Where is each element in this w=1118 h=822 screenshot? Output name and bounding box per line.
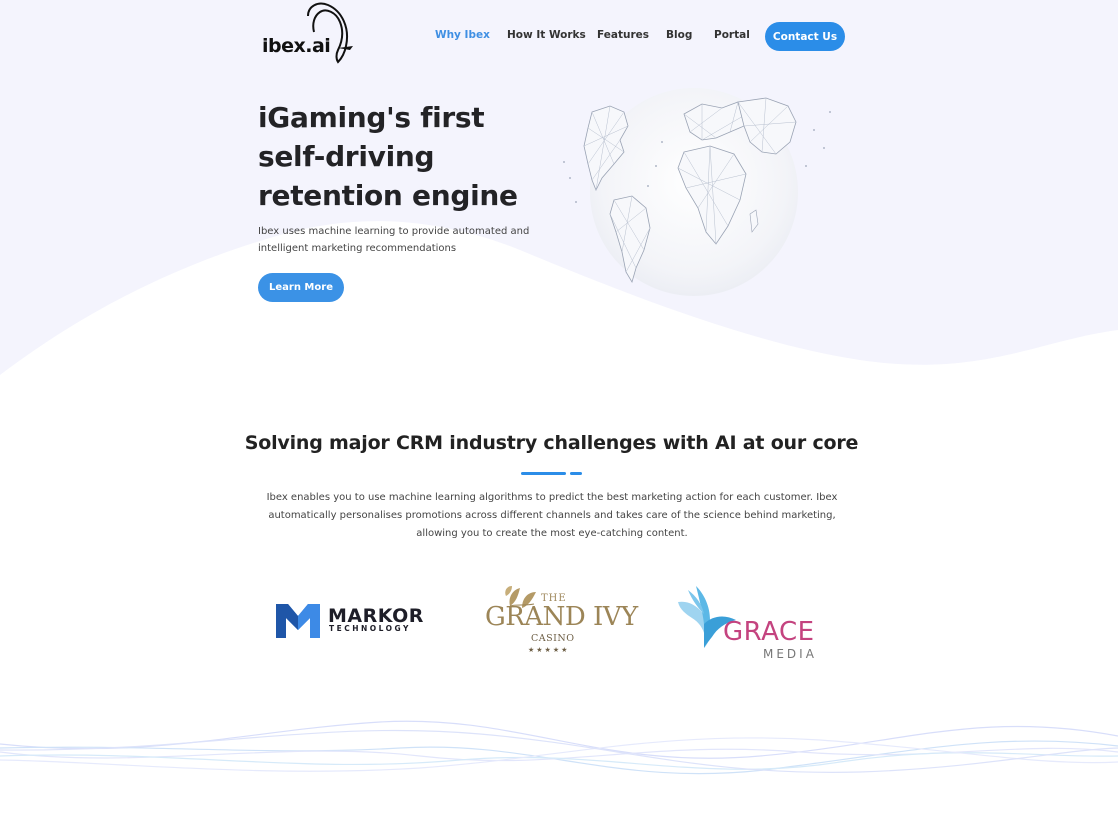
nav-blog[interactable]: Blog [666,29,692,41]
nav-features[interactable]: Features [597,29,649,41]
markor-logo-subtext: TECHNOLOGY [329,624,411,633]
grand-ivy-stars: ★★★★★ [528,646,570,654]
title-underline-long [521,472,566,475]
learn-more-button[interactable]: Learn More [258,273,344,302]
site-header: ibex.ai Why Ibex How It Works Features B… [0,0,1118,72]
section-body: Ibex enables you to use machine learning… [266,492,838,539]
nav-portal[interactable]: Portal [714,29,750,41]
nav-how-it-works[interactable]: How It Works [507,29,586,41]
markor-m-logo-icon [276,604,320,638]
world-globe-icon [563,88,831,296]
grace-media-logo-text: GRACE [723,617,815,647]
decorative-waves [0,720,1118,775]
nav-why-ibex[interactable]: Why Ibex [435,29,490,41]
section-title: Solving major CRM industry challenges wi… [244,432,859,454]
title-underline-short [570,472,582,475]
grand-ivy-logo-text: GRAND IVY [485,602,638,632]
grace-media-subtext: MEDIA [763,647,817,661]
ibex-logo[interactable]: ibex.ai [258,2,358,66]
grand-ivy-casino-text: CASINO [531,633,575,644]
contact-us-button[interactable]: Contact Us [765,22,845,51]
hero-subtitle: Ibex uses machine learning to provide au… [258,226,530,254]
logo-text: ibex.ai [262,35,331,57]
hero-title: iGaming's first self-driving retention e… [258,101,518,212]
